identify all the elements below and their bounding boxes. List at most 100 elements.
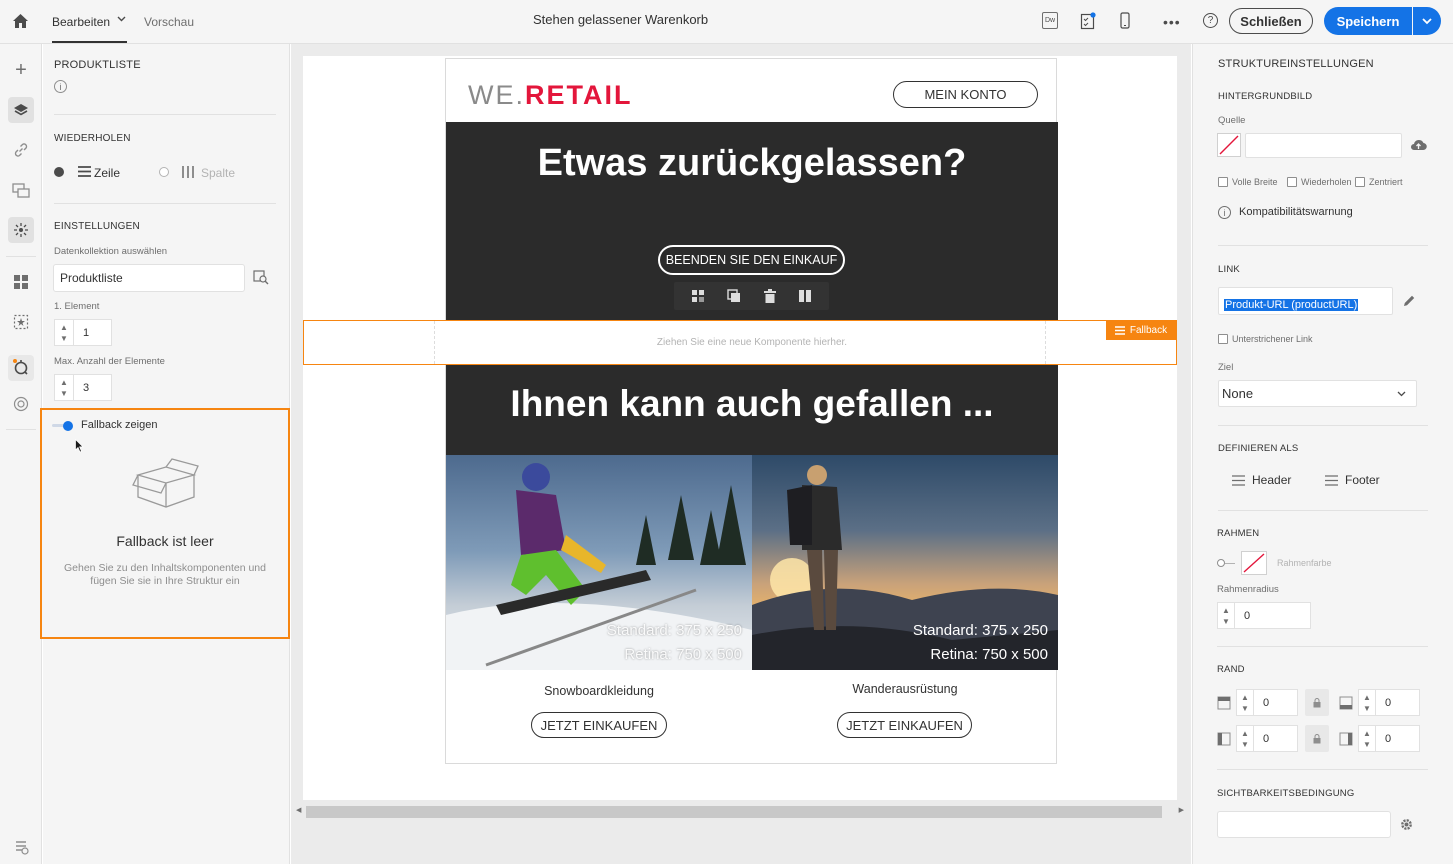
target-select[interactable]: None <box>1218 380 1417 407</box>
stepper-arrows[interactable]: ▲ ▼ <box>54 374 74 401</box>
select-parent-icon[interactable] <box>691 289 705 303</box>
gear-icon[interactable] <box>1399 817 1414 832</box>
dynamic-content-icon[interactable] <box>8 309 34 335</box>
save-options-button[interactable] <box>1413 7 1441 35</box>
radio-column[interactable] <box>159 167 169 177</box>
margin-right-value[interactable]: 0 <box>1376 725 1420 752</box>
more-icon[interactable]: ••• <box>1163 14 1181 30</box>
save-button[interactable]: Speichern <box>1324 7 1412 35</box>
footer-option[interactable]: Footer <box>1325 473 1380 487</box>
divider <box>54 114 276 115</box>
collection-field[interactable]: Produktliste <box>53 264 245 292</box>
product-name: Wanderausrüstung <box>852 682 958 696</box>
fallback-toggle[interactable] <box>52 421 74 431</box>
centered-checkbox[interactable]: Zentriert <box>1355 177 1403 187</box>
link-icon[interactable] <box>8 137 34 163</box>
stepper-arrows[interactable]: ▲ ▼ <box>1358 689 1376 716</box>
header-option[interactable]: Header <box>1232 473 1291 487</box>
target-icon[interactable] <box>8 391 34 417</box>
dropzone-text: Ziehen Sie eine neue Komponente hierher. <box>656 337 848 348</box>
shop-now-button[interactable]: JETZT EINKAUFEN <box>531 712 667 738</box>
tab-edit[interactable]: Bearbeiten <box>52 15 110 29</box>
recommendation-heading-block[interactable]: Ihnen kann auch gefallen ... <box>446 365 1058 455</box>
lock-icon[interactable] <box>1305 689 1329 716</box>
recommendation-icon[interactable] <box>8 355 34 381</box>
visibility-condition-field[interactable] <box>1217 811 1391 838</box>
repeat-column-label[interactable]: Spalte <box>201 166 235 180</box>
border-color-swatch[interactable] <box>1241 551 1267 575</box>
product-image-hiking[interactable]: Standard: 375 x 250 Retina: 750 x 500 <box>752 455 1058 670</box>
compat-warning-link[interactable]: Kompatibilitätswarnung <box>1239 206 1353 218</box>
we-retail-logo[interactable]: WE.RETAIL <box>468 80 633 111</box>
stepper-arrows[interactable]: ▲ ▼ <box>1217 602 1235 629</box>
email-page: WE.RETAIL MEIN KONTO Etwas zurückgelasse… <box>303 56 1177 800</box>
max-elements-value[interactable]: 3 <box>74 374 112 401</box>
fallback-toggle-label[interactable]: Fallback zeigen <box>81 419 157 431</box>
first-element-value[interactable]: 1 <box>74 319 112 346</box>
hero-button[interactable]: BEENDEN SIE DEN EINKAUF <box>658 245 845 275</box>
fragments-icon[interactable] <box>8 269 34 295</box>
horizontal-scrollbar[interactable]: ◀ ▶ <box>296 806 1184 818</box>
chevron-down-icon <box>1422 17 1432 24</box>
stepper-arrows[interactable]: ▲ ▼ <box>1236 689 1254 716</box>
lock-icon[interactable] <box>1305 725 1329 752</box>
stepper-arrows[interactable]: ▲ ▼ <box>54 319 74 346</box>
first-element-stepper[interactable]: ▲ ▼ 1 <box>54 319 112 346</box>
add-icon[interactable]: + <box>8 57 34 83</box>
delete-icon[interactable] <box>763 289 776 303</box>
margin-right-stepper[interactable]: ▲ ▼ 0 <box>1358 725 1420 752</box>
margin-top-stepper[interactable]: ▲ ▼ 0 <box>1236 689 1298 716</box>
margin-left-value[interactable]: 0 <box>1254 725 1298 752</box>
layers-icon[interactable] <box>8 97 34 123</box>
link-title: LINK <box>1218 264 1240 275</box>
radio-row[interactable] <box>54 167 64 177</box>
full-width-checkbox[interactable]: Volle Breite <box>1218 177 1278 187</box>
stepper-arrows[interactable]: ▲ ▼ <box>1358 725 1376 752</box>
dreamweaver-icon[interactable]: Dw <box>1042 12 1058 29</box>
personalization-icon[interactable] <box>8 217 34 243</box>
left-rail: + <box>0 44 42 864</box>
shop-now-button[interactable]: JETZT EINKAUFEN <box>837 712 972 738</box>
product-image-snowboard[interactable]: Standard: 375 x 250 Retina: 750 x 500 <box>446 455 752 670</box>
collection-label: Datenkollektion auswählen <box>54 246 168 257</box>
browse-collection-icon[interactable] <box>253 270 269 285</box>
margin-bottom-value[interactable]: 0 <box>1376 689 1420 716</box>
border-radius-value[interactable]: 0 <box>1235 602 1311 629</box>
margin-left-stepper[interactable]: ▲ ▼ 0 <box>1236 725 1298 752</box>
upload-icon[interactable] <box>1410 138 1427 151</box>
max-elements-stepper[interactable]: ▲ ▼ 3 <box>54 374 112 401</box>
stepper-arrows[interactable]: ▲ ▼ <box>1236 725 1254 752</box>
home-icon[interactable] <box>12 13 29 29</box>
first-element-label: 1. Element <box>54 301 100 312</box>
border-radius-stepper[interactable]: ▲ ▼ 0 <box>1217 602 1311 629</box>
checklist-icon[interactable] <box>1080 12 1096 30</box>
product-name: Snowboardkleidung <box>544 684 654 698</box>
fallback-dropzone[interactable]: Ziehen Sie eine neue Komponente hierher.… <box>303 320 1177 365</box>
chevron-down-icon[interactable] <box>117 16 126 22</box>
repeat-checkbox[interactable]: Wiederholen <box>1287 177 1352 187</box>
logo-we: WE. <box>468 80 525 110</box>
close-button[interactable]: Schließen <box>1229 8 1313 34</box>
repeat-row-label[interactable]: Zeile <box>94 166 120 180</box>
scrollbar-thumb[interactable] <box>306 806 1162 818</box>
history-icon[interactable] <box>8 834 34 860</box>
tab-preview[interactable]: Vorschau <box>144 15 194 29</box>
margin-top-value[interactable]: 0 <box>1254 689 1298 716</box>
account-button[interactable]: MEIN KONTO <box>893 81 1038 108</box>
mobile-preview-icon[interactable] <box>1120 12 1130 29</box>
no-image-swatch[interactable] <box>1217 133 1241 157</box>
columns-icon[interactable] <box>798 289 812 303</box>
hero-section[interactable]: Etwas zurückgelassen? BEENDEN SIE DEN EI… <box>446 122 1058 327</box>
help-icon[interactable]: ? <box>1203 13 1218 28</box>
underline-link-checkbox[interactable]: Unterstrichener Link <box>1218 334 1313 344</box>
edit-link-icon[interactable] <box>1402 294 1416 308</box>
top-bar: Bearbeiten Vorschau Stehen gelassener Wa… <box>0 0 1453 44</box>
margin-bottom-stepper[interactable]: ▲ ▼ 0 <box>1358 689 1420 716</box>
border-toggle[interactable] <box>1217 559 1237 567</box>
empty-box-icon <box>132 457 200 511</box>
assets-icon[interactable] <box>8 177 34 203</box>
source-field[interactable] <box>1245 133 1402 158</box>
link-field[interactable]: Produkt-URL (productURL) <box>1218 287 1393 315</box>
info-icon[interactable]: i <box>54 80 67 93</box>
duplicate-icon[interactable] <box>727 289 741 303</box>
